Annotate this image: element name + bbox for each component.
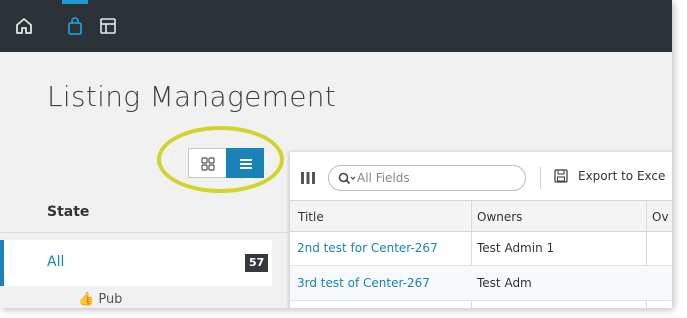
row-title-link[interactable]: 2nd test for Center-267 <box>297 241 438 255</box>
active-tab-indicator <box>62 0 88 4</box>
search-input[interactable] <box>357 170 517 186</box>
layout-icon[interactable] <box>98 16 118 36</box>
save-icon <box>554 169 568 183</box>
column-header-title[interactable]: Title <box>298 210 324 224</box>
state-heading: State <box>47 204 90 220</box>
page-title: Listing Management <box>47 80 337 113</box>
state-item-label: All <box>47 254 65 270</box>
table-row[interactable]: 3rd test of Center-267 Test Adm <box>290 266 672 301</box>
highlight-circle <box>157 126 284 193</box>
selected-indicator <box>0 240 4 286</box>
row-title-link[interactable]: 3rd test of Center-267 <box>297 276 430 290</box>
count-badge: 57 <box>245 254 269 272</box>
divider <box>0 232 288 233</box>
home-icon[interactable] <box>14 16 34 36</box>
columns-icon[interactable] <box>300 170 316 186</box>
table-header: Title Owners Ov <box>290 200 672 232</box>
top-bar <box>0 0 672 52</box>
column-header-other[interactable]: Ov <box>652 210 669 224</box>
shopping-bag-icon[interactable] <box>65 16 85 36</box>
export-label: Export to Exce <box>578 169 666 183</box>
state-item-label: Pub <box>98 292 123 307</box>
listings-grid: Export to Exce Title Owners Ov 2nd test … <box>290 152 672 308</box>
table-row[interactable]: 2nd test for Center-267 Test Admin 1 <box>290 231 672 266</box>
search-box[interactable] <box>328 165 526 191</box>
column-header-owners[interactable]: Owners <box>477 210 522 224</box>
app-window: Listing Management State All 57 👍 Pub Al… <box>0 0 672 308</box>
search-icon <box>338 172 356 185</box>
state-item-published[interactable]: 👍 Pub <box>78 292 122 307</box>
row-owners: Test Admin 1 <box>477 241 555 255</box>
row-owners: Test Adm <box>477 276 532 290</box>
thumbs-up-icon: 👍 <box>78 292 95 307</box>
toolbar-divider <box>540 167 541 189</box>
state-item-all[interactable]: All 57 <box>0 240 272 286</box>
